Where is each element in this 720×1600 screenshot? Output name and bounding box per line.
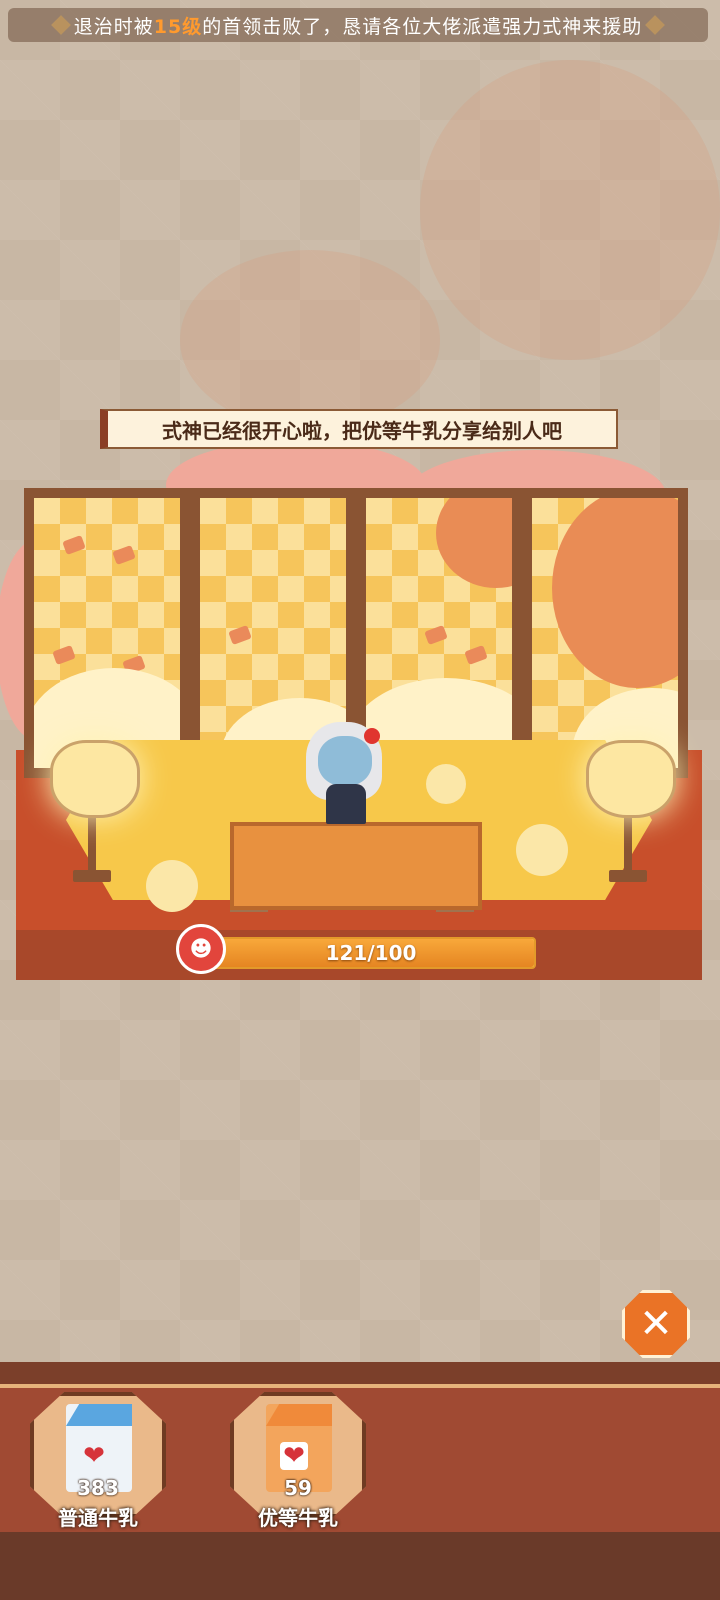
leaf-icon: [464, 645, 488, 665]
lantern-base: [73, 870, 111, 882]
hint-banner: 式神已经很开心啦，把优等牛乳分享给别人吧: [100, 409, 618, 449]
marquee-level: 15级: [153, 15, 203, 38]
lantern-icon: [50, 740, 140, 818]
shikigami-body: [326, 784, 366, 824]
item-premium-milk[interactable]: ❤ 59 优等牛乳: [230, 1392, 366, 1532]
item-normal-milk[interactable]: ❤ 383 普通牛乳: [30, 1392, 166, 1532]
background-decoration: [180, 250, 440, 430]
flower-icon: [516, 824, 568, 876]
carton-roof: [66, 1404, 132, 1426]
leaf-icon: [112, 545, 136, 565]
flower-icon: [146, 860, 198, 912]
leaf-icon: [424, 625, 448, 645]
low-table: [230, 822, 482, 910]
heart-icon: ❤: [83, 1441, 105, 1471]
marquee-suffix: 的首领击败了，恳请各位大佬派遣强力式神来援助: [202, 15, 643, 38]
leaf-icon: [62, 535, 86, 555]
maple-tree-decoration: [436, 498, 512, 588]
affection-progress-text: 121/100: [325, 941, 417, 965]
item-count: 383: [77, 1476, 119, 1500]
item-count: 59: [284, 1476, 312, 1500]
item-label: 优等牛乳: [258, 1506, 338, 1530]
leaf-icon: [228, 625, 252, 645]
shikigami-room-scene: 121/100 ☻: [0, 440, 702, 1000]
diamond-icon: [645, 15, 666, 35]
heart-icon: ❤: [280, 1442, 308, 1470]
maple-tree-decoration: [552, 498, 678, 688]
item-tray-base: [0, 1532, 720, 1600]
lantern-icon: [586, 740, 676, 818]
lantern-base: [609, 870, 647, 882]
item-label: 普通牛乳: [58, 1506, 138, 1530]
announcement-marquee: 退治时被 15级 的首领击败了，恳请各位大佬派遣强力式神来援助: [8, 8, 708, 42]
happy-heart-icon: ☻: [176, 924, 226, 974]
folding-screen-panel: [522, 488, 688, 778]
folding-screen-panel: [356, 488, 522, 778]
carton-roof: [266, 1404, 332, 1426]
close-icon: ✕: [639, 1301, 673, 1347]
flower-icon: [426, 764, 466, 804]
diamond-icon: [50, 15, 71, 35]
affection-progress-bar: 121/100: [206, 937, 536, 969]
folding-screen-panel: [24, 488, 190, 778]
leaf-icon: [52, 645, 76, 665]
hair-ornament-icon: [364, 728, 380, 744]
item-tray-trim: [0, 1384, 720, 1388]
marquee-prefix: 退治时被: [73, 15, 154, 38]
shikigami-face: [318, 736, 372, 786]
item-tray-rail: [0, 1362, 720, 1384]
background-decoration: [420, 60, 720, 360]
